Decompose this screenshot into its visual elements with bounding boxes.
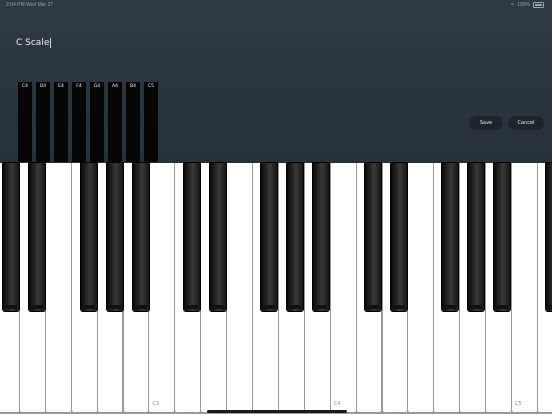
white-key-label: C4 (333, 401, 341, 407)
battery-icon (533, 2, 544, 8)
piano-keyboard: C3 C4 C5 (0, 163, 552, 414)
white-key[interactable] (408, 163, 435, 412)
scale-note-label: B4 (130, 84, 136, 89)
black-key[interactable] (442, 163, 458, 311)
status-date: Wed Mar 27 (26, 2, 54, 8)
save-button[interactable]: Save (469, 116, 503, 130)
scale-note-key[interactable]: F4 (72, 82, 86, 162)
black-key[interactable] (3, 163, 19, 311)
keyboard-scroll-indicator[interactable] (207, 410, 347, 413)
white-key-label: C5 (515, 401, 522, 407)
white-key-label: C3 (152, 401, 160, 407)
scale-title-row: C Scale (16, 38, 52, 48)
scale-note-key[interactable]: E4 (54, 82, 68, 162)
scale-note-label: E4 (58, 84, 64, 89)
white-key[interactable]: C5 (512, 163, 538, 412)
scale-note-label: G4 (93, 84, 101, 89)
black-key[interactable] (494, 163, 510, 311)
scale-note-key[interactable]: D4 (36, 82, 50, 162)
scale-note-key[interactable]: A4 (108, 82, 122, 162)
white-key[interactable]: C4 (330, 163, 357, 412)
scale-note-key[interactable]: G4 (90, 82, 104, 162)
white-key[interactable] (227, 163, 253, 412)
white-key[interactable]: C3 (149, 163, 176, 412)
status-time: 2:04 PM (6, 2, 25, 8)
status-right: ≈ 100% (511, 2, 544, 8)
black-key[interactable] (81, 163, 97, 311)
black-key[interactable] (107, 163, 123, 311)
battery-percent: 100% (517, 2, 530, 8)
scale-note-label: C4 (21, 84, 28, 89)
black-key[interactable] (468, 163, 484, 311)
scale-note-label: C5 (147, 84, 154, 89)
scale-note-label: F4 (76, 84, 82, 89)
black-key[interactable] (210, 163, 226, 311)
black-key[interactable] (313, 163, 329, 311)
cancel-button[interactable]: Cancel (508, 116, 544, 130)
wifi-icon: ≈ (510, 2, 515, 8)
black-key[interactable] (133, 163, 149, 311)
black-key[interactable] (29, 163, 45, 311)
scale-note-key[interactable]: B4 (126, 82, 140, 162)
scale-note-key[interactable]: C5 (144, 82, 158, 162)
scale-name-input[interactable]: C Scale (16, 38, 52, 48)
black-key[interactable] (365, 163, 381, 311)
scale-note-label: D4 (39, 84, 47, 89)
black-key[interactable] (546, 163, 552, 311)
scale-note-label: A4 (112, 84, 118, 89)
black-key[interactable] (287, 163, 303, 311)
white-key[interactable] (45, 163, 72, 412)
scale-notes-preview: C4 D4 E4 F4 G4 A4 B4 C5 (18, 82, 158, 162)
status-bar: 2:04 PM Wed Mar 27 ≈ 100% (0, 0, 552, 10)
scale-note-key[interactable]: C4 (18, 82, 32, 162)
status-left: 2:04 PM Wed Mar 27 (6, 2, 53, 8)
black-key[interactable] (184, 163, 200, 311)
black-key[interactable] (261, 163, 277, 311)
black-key[interactable] (391, 163, 407, 311)
